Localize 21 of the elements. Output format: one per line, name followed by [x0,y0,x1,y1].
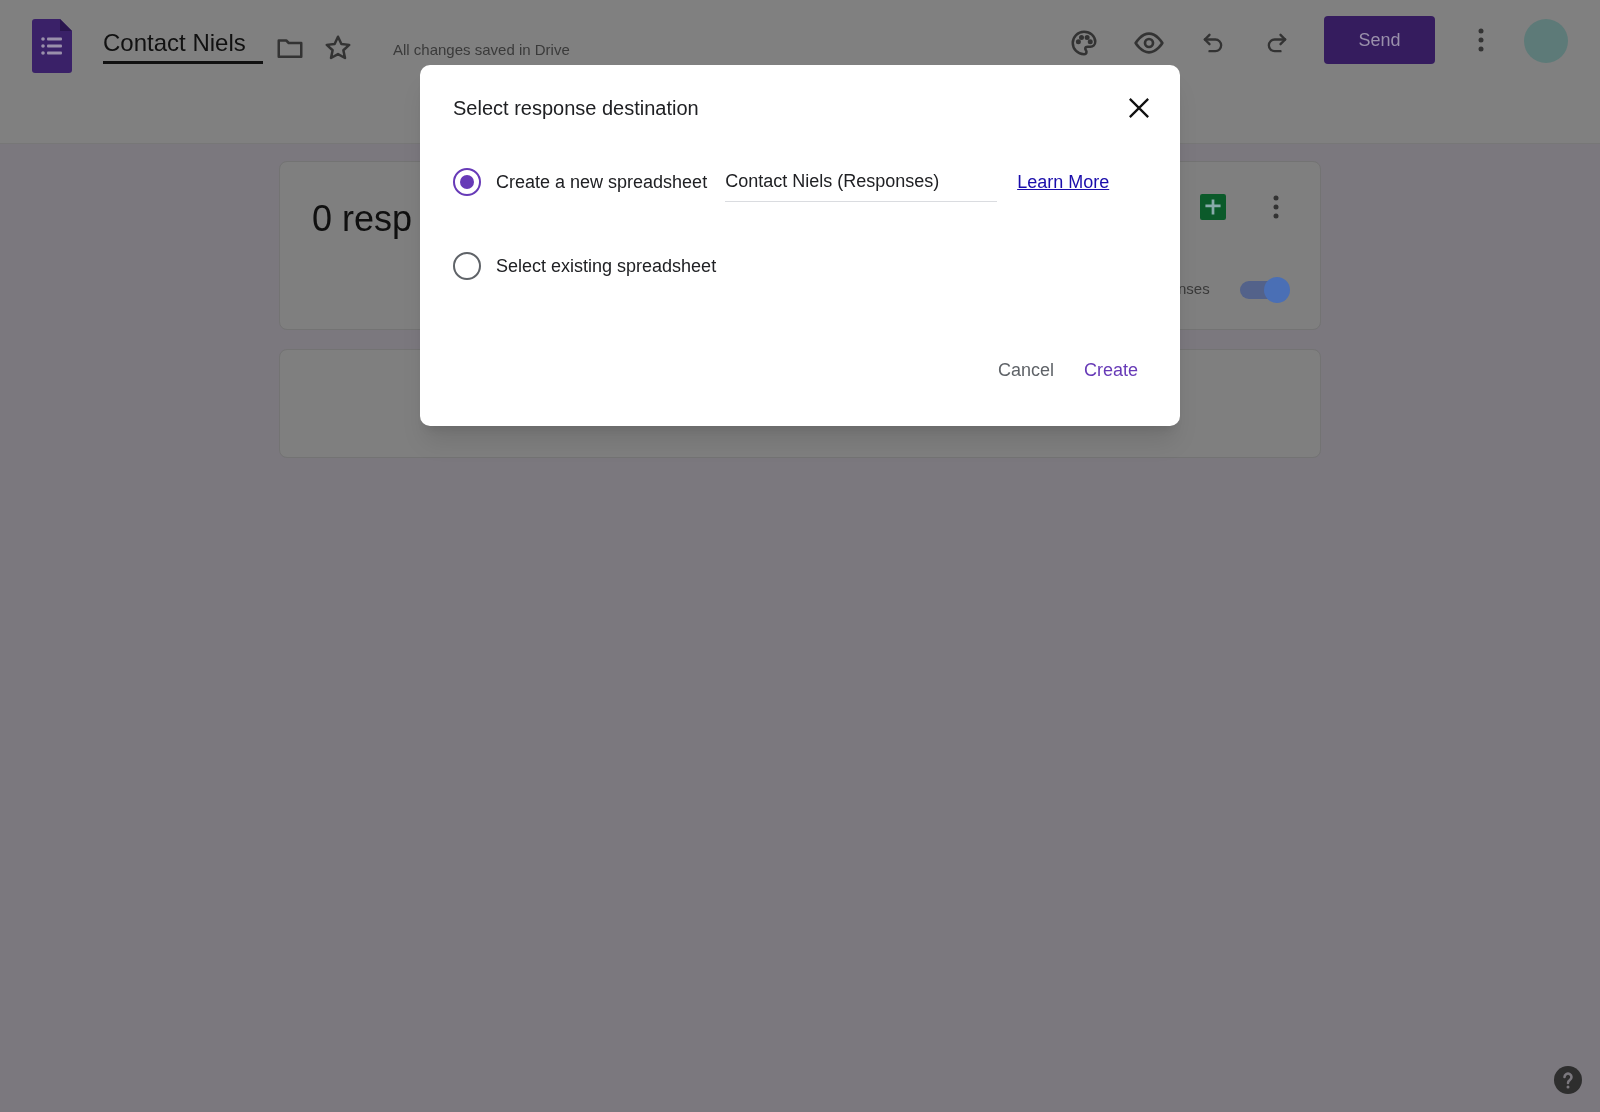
spreadsheet-name-field[interactable]: Contact Niels (Responses) [725,162,998,202]
response-count-text: 0 resp [312,197,413,241]
cancel-button[interactable]: Cancel [987,351,1064,390]
radio-button[interactable] [453,252,481,280]
palette-icon[interactable] [1069,28,1099,58]
dialog-title: Select response destination [453,96,699,121]
close-icon[interactable] [1128,97,1150,119]
spreadsheet-icon[interactable] [1200,194,1226,220]
accepting-toggle[interactable] [1238,276,1290,304]
forms-logo-icon[interactable] [32,19,72,73]
send-button[interactable]: Send [1324,16,1435,64]
save-status-text: All changes saved in Drive [393,40,570,60]
radio-option-label[interactable]: Select existing spreadsheet [496,252,717,280]
learn-more-link[interactable]: Learn More [1017,168,1110,196]
radio-option-label[interactable]: Create a new spreadsheet [496,168,708,196]
create-button[interactable]: Create [1073,351,1148,390]
more-options-icon[interactable] [1273,195,1279,219]
form-title-field[interactable]: Contact Niels [103,29,263,64]
radio-button[interactable] [453,168,481,196]
more-options-icon[interactable] [1478,28,1484,52]
help-icon[interactable] [1554,1066,1582,1094]
